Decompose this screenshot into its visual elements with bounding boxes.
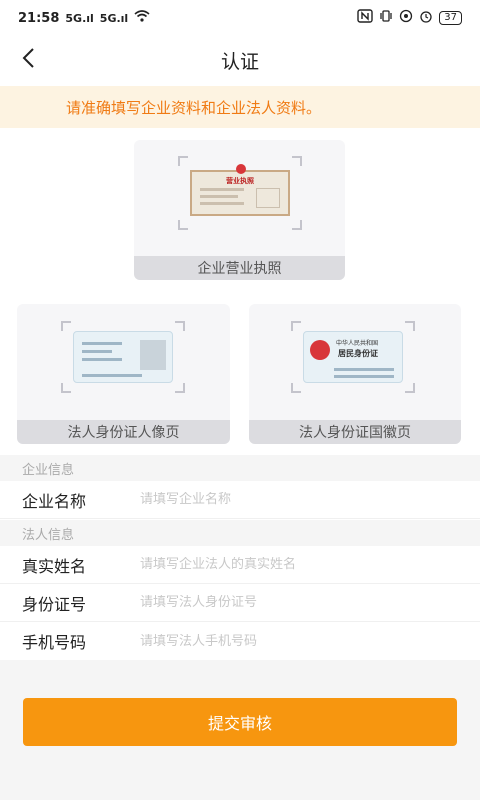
- company-name-label: 企业名称: [22, 491, 87, 511]
- clock: 21:58: [18, 10, 60, 26]
- id-card-line1: 中华人民共和国: [336, 340, 379, 347]
- upload-frame: 中华人民共和国 居民身份证: [291, 321, 415, 393]
- business-license-upload[interactable]: 营业执照 企业营业执照: [134, 140, 345, 280]
- alarm-icon: [419, 9, 433, 27]
- national-emblem-icon: [310, 340, 330, 360]
- company-name-input[interactable]: [140, 492, 460, 507]
- id-back-illustration: 中华人民共和国 居民身份证: [303, 331, 403, 383]
- signal-icon-2: 5G.ıl: [99, 11, 129, 25]
- section-label-legal: 法人信息: [0, 520, 480, 546]
- status-bar: 21:58 5G.ıl 5G.ıl 37: [0, 0, 480, 36]
- id-front-upload[interactable]: 法人身份证人像页: [17, 304, 230, 444]
- location-icon: [399, 9, 413, 27]
- nfc-icon: [357, 9, 373, 27]
- id-number-input[interactable]: [140, 595, 460, 610]
- signal-icon: 5G.ıl: [65, 11, 94, 25]
- phone-label: 手机号码: [22, 633, 87, 652]
- battery-icon: 37: [439, 11, 462, 25]
- nav-bar: 认证: [0, 36, 480, 84]
- id-front-caption: 法人身份证人像页: [17, 420, 230, 444]
- phone-input[interactable]: [140, 633, 460, 649]
- page-title: 认证: [220, 50, 259, 73]
- vibrate-icon: [379, 9, 393, 27]
- wifi-icon: [134, 10, 150, 26]
- notice-text: 请准确填写企业资料和企业法人资料。: [66, 98, 322, 117]
- real-name-label: 真实姓名: [22, 556, 87, 576]
- real-name-input[interactable]: [140, 557, 460, 572]
- business-license-caption: 企业营业执照: [134, 256, 345, 280]
- license-illustration: 营业执照: [190, 164, 290, 216]
- license-card-title: 营业执照: [226, 177, 254, 185]
- portrait-icon: [140, 340, 166, 370]
- emblem-icon: [236, 164, 246, 174]
- upload-frame: [61, 321, 185, 393]
- id-card-line2: 居民身份证: [338, 349, 378, 358]
- id-front-illustration: [73, 331, 173, 383]
- company-name-row: 企业名称: [0, 481, 480, 519]
- back-button[interactable]: [14, 46, 42, 74]
- chevron-left-icon: [21, 47, 35, 73]
- id-number-label: 身份证号: [22, 594, 87, 614]
- id-back-upload[interactable]: 中华人民共和国 居民身份证 法人身份证国徽页: [249, 304, 461, 444]
- real-name-row: 真实姓名: [0, 546, 480, 584]
- upload-frame: 营业执照: [178, 156, 302, 230]
- section-label-company: 企业信息: [0, 455, 480, 481]
- notice-banner: 请准确填写企业资料和企业法人资料。: [0, 86, 480, 128]
- id-back-caption: 法人身份证国徽页: [249, 420, 461, 444]
- phone-row: 手机号码: [0, 622, 480, 660]
- submit-button[interactable]: 提交审核: [23, 698, 457, 746]
- id-number-row: 身份证号: [0, 584, 480, 622]
